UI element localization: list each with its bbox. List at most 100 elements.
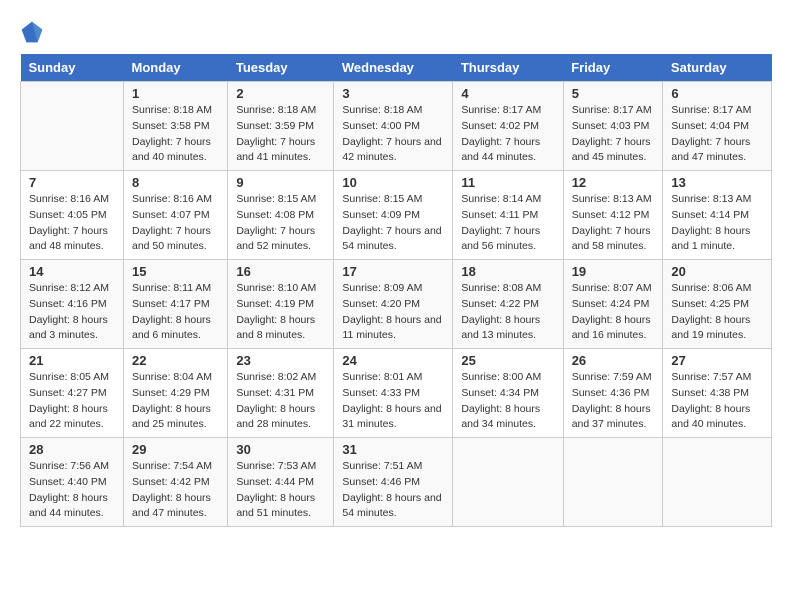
calendar-cell: 25Sunrise: 8:00 AMSunset: 4:34 PMDayligh…	[453, 349, 563, 438]
sunset-label: Sunset: 4:40 PM	[29, 476, 107, 488]
calendar-cell: 2Sunrise: 8:18 AMSunset: 3:59 PMDaylight…	[228, 82, 334, 171]
daylight-label: Daylight: 8 hours and 11 minutes.	[342, 314, 441, 342]
calendar-cell	[453, 438, 563, 527]
day-info: Sunrise: 8:08 AMSunset: 4:22 PMDaylight:…	[461, 281, 554, 344]
day-number: 4	[461, 86, 554, 101]
sunset-label: Sunset: 4:33 PM	[342, 387, 420, 399]
page-header	[20, 20, 772, 44]
day-info: Sunrise: 7:59 AM Sunset: 4:36 PM Daylight:…	[572, 370, 655, 433]
calendar-cell: 15Sunrise: 8:11 AMSunset: 4:17 PMDayligh…	[123, 260, 227, 349]
sunrise-label: Sunrise: 8:18 AM	[236, 104, 316, 116]
daylight-label: Daylight: 7 hours and 52 minutes.	[236, 225, 315, 253]
day-number: 11	[461, 175, 554, 190]
day-number: 16	[236, 264, 325, 279]
day-number: 9	[236, 175, 325, 190]
day-number: 22	[132, 353, 219, 368]
calendar-cell: 4 Sunrise: 8:17 AMSunset: 4:02 PMDaylight…	[453, 82, 563, 171]
day-number: 12	[572, 175, 655, 190]
header-thursday: Thursday	[453, 54, 563, 82]
sunrise-label: Sunrise: 7:51 AM	[342, 460, 422, 472]
calendar-cell: 5Sunrise: 8:17 AMSunset: 4:03 PMDaylight…	[563, 82, 663, 171]
daylight-label: Daylight: 7 hours and 58 minutes.	[572, 225, 651, 253]
sunrise-label: Sunrise: 8:00 AM	[461, 371, 541, 383]
sunrise-label: Sunrise: 8:16 AM	[29, 193, 109, 205]
day-info: Sunrise: 8:17 AMSunset: 4:04 PMDaylight:…	[671, 103, 763, 166]
sunset-label: Sunset: 4:38 PM	[671, 387, 749, 399]
day-number: 20	[671, 264, 763, 279]
calendar-cell: 22Sunrise: 8:04 AMSunset: 4:29 PMDayligh…	[123, 349, 227, 438]
calendar-cell: 18 Sunrise: 8:08 AMSunset: 4:22 PMDayligh…	[453, 260, 563, 349]
sunset-label: Sunset: 4:34 PM	[461, 387, 539, 399]
daylight-label: Daylight: 8 hours and 1 minute.	[671, 225, 750, 253]
day-number: 1	[132, 86, 219, 101]
daylight-label: Daylight: 8 hours and 25 minutes.	[132, 403, 211, 431]
sunrise-label: Sunrise: 8:13 AM	[671, 193, 751, 205]
day-number: 10	[342, 175, 444, 190]
calendar-cell: 16Sunrise: 8:10 AMSunset: 4:19 PMDayligh…	[228, 260, 334, 349]
sunrise-label: Sunrise: 8:17 AM	[671, 104, 751, 116]
daylight-label: Daylight: 7 hours and 47 minutes.	[671, 136, 750, 164]
day-info: Sunrise: 8:15 AM Sunset: 4:08 PM Daylight:…	[236, 192, 325, 255]
sunrise-label: Sunrise: 8:10 AM	[236, 282, 316, 294]
day-info: Sunrise: 7:51 AMSunset: 4:46 PMDaylight:…	[342, 459, 444, 522]
day-info: Sunrise: 8:18 AM Sunset: 3:58 PM Daylight:…	[132, 103, 219, 166]
calendar-week-row: 1 Sunrise: 8:18 AM Sunset: 3:58 PM Daylight…	[21, 82, 772, 171]
daylight-label: Daylight: 8 hours and 44 minutes.	[29, 492, 108, 520]
header-wednesday: Wednesday	[334, 54, 453, 82]
daylight-label: Daylight: 8 hours and 22 minutes.	[29, 403, 108, 431]
daylight-label: Daylight: 7 hours and 42 minutes.	[342, 136, 441, 164]
day-number: 24	[342, 353, 444, 368]
day-info: Sunrise: 8:13 AMSunset: 4:12 PMDaylight:…	[572, 192, 655, 255]
sunset-label: Sunset: 4:05 PM	[29, 209, 107, 221]
day-number: 18	[461, 264, 554, 279]
sunset-label: Sunset: 4:25 PM	[671, 298, 749, 310]
calendar-cell: 20Sunrise: 8:06 AMSunset: 4:25 PMDayligh…	[663, 260, 772, 349]
day-info: Sunrise: 7:54 AMSunset: 4:42 PMDaylight:…	[132, 459, 219, 522]
sunrise-label: Sunrise: 8:16 AM	[132, 193, 212, 205]
calendar-cell: 8Sunrise: 8:16 AMSunset: 4:07 PMDaylight…	[123, 171, 227, 260]
day-info: Sunrise: 8:12 AMSunset: 4:16 PMDaylight:…	[29, 281, 115, 344]
calendar-week-row: 7Sunrise: 8:16 AMSunset: 4:05 PMDaylight…	[21, 171, 772, 260]
day-number: 31	[342, 442, 444, 457]
daylight-label: Daylight: 7 hours and 50 minutes.	[132, 225, 211, 253]
calendar-cell: 21Sunrise: 8:05 AMSunset: 4:27 PMDayligh…	[21, 349, 124, 438]
sunset-label: Sunset: 4:08 PM	[236, 209, 314, 221]
day-number: 23	[236, 353, 325, 368]
day-info: Sunrise: 7:57 AMSunset: 4:38 PMDaylight:…	[671, 370, 763, 433]
sunrise-label: Sunrise: 8:18 AM	[132, 104, 212, 116]
daylight-label: Daylight: 8 hours and 34 minutes.	[461, 403, 540, 431]
sunrise-label: Sunrise: 8:17 AM	[461, 104, 541, 116]
sunset-label: Sunset: 4:31 PM	[236, 387, 314, 399]
sunrise-label: Sunrise: 8:14 AM	[461, 193, 541, 205]
sunrise-label: Sunrise: 8:12 AM	[29, 282, 109, 294]
sunset-label: Sunset: 4:00 PM	[342, 120, 420, 132]
calendar-week-row: 14 Sunrise: 8:12 AMSunset: 4:16 PMDayligh…	[21, 260, 772, 349]
day-number: 17	[342, 264, 444, 279]
day-number: 21	[29, 353, 115, 368]
sunrise-label: Sunrise: 8:15 AM	[236, 193, 316, 205]
sunset-label: Sunset: 4:29 PM	[132, 387, 210, 399]
daylight-label: Daylight: 8 hours and 28 minutes.	[236, 403, 315, 431]
day-info: Sunrise: 8:17 AMSunset: 4:03 PMDaylight:…	[572, 103, 655, 166]
header-tuesday: Tuesday	[228, 54, 334, 82]
sunset-label: Sunset: 4:09 PM	[342, 209, 420, 221]
sunrise-label: Sunrise: 8:08 AM	[461, 282, 541, 294]
sunset-label: Sunset: 4:36 PM	[572, 387, 650, 399]
calendar-cell: 11Sunrise: 8:14 AMSunset: 4:11 PMDayligh…	[453, 171, 563, 260]
day-info: Sunrise: 8:17 AMSunset: 4:02 PMDaylight:…	[461, 103, 554, 166]
day-number: 14	[29, 264, 115, 279]
sunrise-label: Sunrise: 7:59 AM	[572, 371, 652, 383]
header-saturday: Saturday	[663, 54, 772, 82]
daylight-label: Daylight: 8 hours and 37 minutes.	[572, 403, 651, 431]
sunrise-label: Sunrise: 8:15 AM	[342, 193, 422, 205]
day-number: 15	[132, 264, 219, 279]
calendar-cell: 14 Sunrise: 8:12 AMSunset: 4:16 PMDayligh…	[21, 260, 124, 349]
sunset-label: Sunset: 3:58 PM	[132, 120, 210, 132]
daylight-label: Daylight: 7 hours and 56 minutes.	[461, 225, 540, 253]
day-info: Sunrise: 8:13 AMSunset: 4:14 PMDaylight:…	[671, 192, 763, 255]
calendar-cell: 27Sunrise: 7:57 AMSunset: 4:38 PMDayligh…	[663, 349, 772, 438]
calendar-table: SundayMondayTuesdayWednesdayThursdayFrid…	[20, 54, 772, 527]
day-info: Sunrise: 8:15 AMSunset: 4:09 PMDaylight:…	[342, 192, 444, 255]
daylight-label: Daylight: 8 hours and 3 minutes.	[29, 314, 108, 342]
daylight-label: Daylight: 7 hours and 40 minutes.	[132, 136, 211, 164]
